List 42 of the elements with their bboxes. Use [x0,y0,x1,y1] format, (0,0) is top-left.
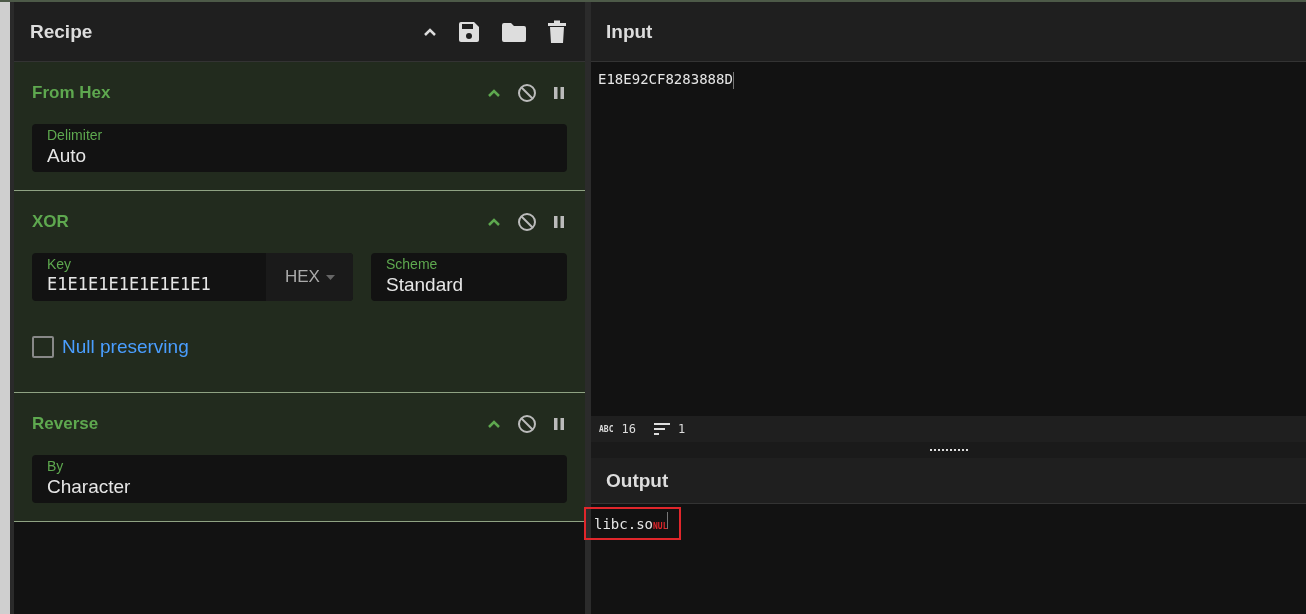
panel-title: Input [606,20,653,43]
folder-icon[interactable] [501,20,527,43]
save-icon[interactable] [457,19,481,44]
chevron-up-icon[interactable] [487,88,501,98]
length-label: ABC [599,424,614,434]
pause-icon[interactable] [553,215,565,229]
field-label: Key [47,256,73,272]
panel-title: Output [606,469,669,492]
operation-title: From Hex [32,83,112,103]
field-value: E1E1E1E1E1E1E1E1 [47,274,212,294]
input-text: E18E92CF8283888D [598,71,733,87]
checkbox-label[interactable]: Null preserving [62,336,189,358]
line-count: 1 [677,422,686,436]
input-field[interactable]: Delimiter Auto [32,124,567,172]
operation-title: Reverse [32,414,100,434]
input-field[interactable]: Scheme Standard [371,253,567,301]
input-field[interactable]: By Character [32,455,567,503]
disable-icon[interactable] [517,414,537,434]
resize-handle[interactable] [929,449,968,451]
pause-icon[interactable] [553,86,565,100]
output-text: libc.so [594,516,653,532]
field-value: Standard [386,274,465,296]
control-character: NUL [653,522,668,531]
length-count: 16 [621,422,636,436]
chevron-up-icon[interactable] [487,217,501,227]
chevron-up-icon[interactable] [487,419,501,429]
caret-icon [325,274,335,280]
field-label: Scheme [386,256,439,272]
field-value: Auto [47,145,88,167]
format-dropdown[interactable]: HEX [266,253,353,301]
checkbox[interactable] [32,336,54,358]
key-field[interactable]: Key E1E1E1E1E1E1E1E1 HEX [32,253,353,301]
pause-icon[interactable] [553,417,565,431]
field-value: Character [47,476,132,498]
disable-icon[interactable] [517,212,537,232]
disable-icon[interactable] [517,83,537,103]
field-label: Delimiter [47,127,104,143]
field-label: By [47,458,65,474]
operation-title: XOR [32,212,70,232]
lines-icon [653,423,670,435]
panel-title: Recipe [30,20,94,43]
trash-icon[interactable] [547,19,567,44]
